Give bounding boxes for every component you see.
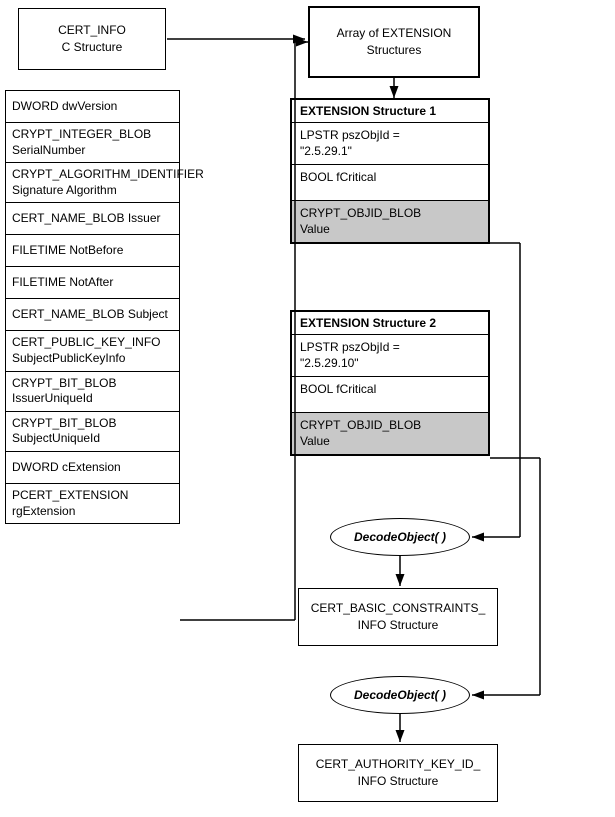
ext1-field3: CRYPT_OBJID_BLOB Value: [292, 201, 488, 242]
field-row: CRYPT_BIT_BLOB IssuerUniqueId: [5, 371, 180, 411]
field-row: CRYPT_INTEGER_BLOB SerialNumber: [5, 122, 180, 162]
field-row: CERT_NAME_BLOB Issuer: [5, 202, 180, 234]
ext2-field2: BOOL fCritical: [292, 377, 488, 413]
cert-authority-text: CERT_AUTHORITY_KEY_ID_ INFO Structure: [316, 756, 481, 790]
diagram-container: CERT_INFO C Structure Array of EXTENSION…: [0, 0, 615, 817]
ext1-box: EXTENSION Structure 1 LPSTR pszObjId = "…: [290, 98, 490, 244]
cert-basic-box: CERT_BASIC_CONSTRAINTS_ INFO Structure: [298, 588, 498, 646]
ext1-field1: LPSTR pszObjId = "2.5.29.1": [292, 123, 488, 165]
ext2-field1: LPSTR pszObjId = "2.5.29.10": [292, 335, 488, 377]
field-row: CERT_NAME_BLOB Subject: [5, 298, 180, 330]
field-row: FILETIME NotBefore: [5, 234, 180, 266]
array-ext-box: Array of EXTENSION Structures: [308, 6, 480, 78]
field-row: CRYPT_BIT_BLOB SubjectUniqueId: [5, 411, 180, 451]
decode1-label: DecodeObject( ): [354, 530, 446, 544]
field-row: PCERT_EXTENSION rgExtension: [5, 483, 180, 524]
left-column: DWORD dwVersion CRYPT_INTEGER_BLOB Seria…: [5, 90, 180, 524]
cert-basic-text: CERT_BASIC_CONSTRAINTS_ INFO Structure: [311, 600, 486, 634]
cert-info-box: CERT_INFO C Structure: [18, 8, 166, 70]
cert-info-title: CERT_INFO: [58, 22, 126, 39]
ext2-header: EXTENSION Structure 2: [292, 312, 488, 335]
field-row: CRYPT_ALGORITHM_IDENTIFIER Signature Alg…: [5, 162, 180, 202]
ext1-header: EXTENSION Structure 1: [292, 100, 488, 123]
array-ext-line2: Structures: [367, 42, 422, 59]
cert-info-subtitle: C Structure: [62, 39, 123, 56]
cert-authority-box: CERT_AUTHORITY_KEY_ID_ INFO Structure: [298, 744, 498, 802]
ext2-field3: CRYPT_OBJID_BLOB Value: [292, 413, 488, 454]
ext2-box: EXTENSION Structure 2 LPSTR pszObjId = "…: [290, 310, 490, 456]
field-row: CERT_PUBLIC_KEY_INFO SubjectPublicKeyInf…: [5, 330, 180, 370]
ext1-field2: BOOL fCritical: [292, 165, 488, 201]
field-row: DWORD dwVersion: [5, 90, 180, 122]
array-ext-line1: Array of EXTENSION: [337, 25, 452, 42]
decode-object-1: DecodeObject( ): [330, 518, 470, 556]
field-row: FILETIME NotAfter: [5, 266, 180, 298]
decode-object-2: DecodeObject( ): [330, 676, 470, 714]
decode2-label: DecodeObject( ): [354, 688, 446, 702]
field-row: DWORD cExtension: [5, 451, 180, 483]
